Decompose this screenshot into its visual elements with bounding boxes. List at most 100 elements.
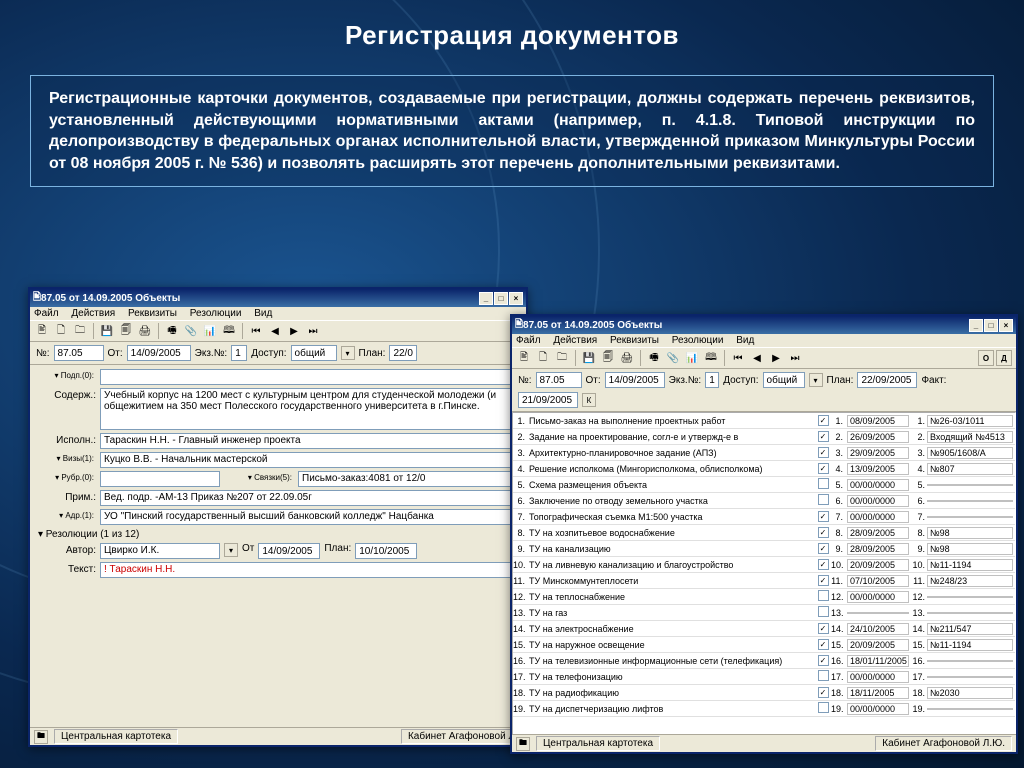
toolbar-button[interactable]: 📎 [665, 350, 681, 366]
field-soderzh[interactable]: Учебный корпус на 1200 мест с культурным… [100, 388, 520, 430]
row-check[interactable]: ✓ [815, 511, 831, 522]
row-docno[interactable] [927, 708, 1013, 710]
row-date[interactable] [847, 612, 909, 614]
toolbar-button[interactable]: ▶ [768, 350, 784, 366]
d-button[interactable]: Д [996, 350, 1012, 366]
row-date[interactable]: 24/10/2005 [847, 623, 909, 635]
toolbar-button[interactable]: 🗀 [554, 350, 570, 366]
label-vizy[interactable]: ▾ Визы(1): [36, 452, 96, 463]
table-row[interactable]: 8.ТУ на хозпитьевое водоснабжение✓8.28/0… [513, 525, 1015, 541]
row-check[interactable]: ✓ [815, 623, 831, 634]
titlebar[interactable]: 🖹 87.05 от 14.09.2005 Объекты _ □ × [30, 289, 526, 307]
field-ispoln[interactable]: Тараскин Н.Н. - Главный инженер проекта [100, 433, 520, 449]
toolbar-button[interactable]: 🖷 [164, 323, 180, 339]
label-rubr[interactable]: ▾ Рубр.(0): [36, 471, 96, 482]
row-date[interactable]: 28/09/2005 [847, 527, 909, 539]
field-svyazki[interactable]: Письмо-заказ:4081 от 12/0 [298, 471, 520, 487]
dropdown-icon[interactable]: ▾ [341, 346, 355, 360]
table-row[interactable]: 6.Заключение по отводу земельного участк… [513, 493, 1015, 509]
row-check[interactable] [815, 702, 831, 715]
field-podl[interactable] [100, 369, 520, 385]
menu-file[interactable]: Файл [516, 335, 541, 346]
toolbar-button[interactable]: ▶ [286, 323, 302, 339]
row-check[interactable] [815, 606, 831, 619]
field-res-plan[interactable]: 10/10/2005 [355, 543, 417, 559]
minimize-button[interactable]: _ [479, 292, 493, 305]
toolbar-button[interactable]: 📊 [684, 350, 700, 366]
toolbar-button[interactable]: ◀ [749, 350, 765, 366]
field-adr[interactable]: УО "Пинский государственный высший банко… [100, 509, 520, 525]
label-podl[interactable]: ▾ Подп.(0): [36, 369, 96, 380]
row-check[interactable]: ✓ [815, 687, 831, 698]
row-check[interactable] [815, 494, 831, 507]
row-check[interactable]: ✓ [815, 655, 831, 666]
row-date[interactable]: 00/00/0000 [847, 671, 909, 683]
row-docno[interactable]: №11-1194 [927, 559, 1013, 571]
toolbar-button[interactable]: 🖨 [137, 323, 153, 339]
table-row[interactable]: 7.Топографическая съемка М1:500 участка✓… [513, 509, 1015, 525]
row-check[interactable]: ✓ [815, 639, 831, 650]
row-docno[interactable] [927, 484, 1013, 486]
field-plan[interactable]: 22/0 [389, 345, 417, 361]
field-dostup[interactable]: общий [291, 345, 337, 361]
maximize-button[interactable]: □ [494, 292, 508, 305]
field-avtor[interactable]: Цвирко И.К. [100, 543, 220, 559]
row-docno[interactable] [927, 596, 1013, 598]
toolbar-button[interactable]: 🗋 [535, 350, 551, 366]
row-date[interactable]: 13/09/2005 [847, 463, 909, 475]
row-date[interactable]: 20/09/2005 [847, 559, 909, 571]
table-row[interactable]: 15.ТУ на наружное освещение✓15.20/09/200… [513, 637, 1015, 653]
table-row[interactable]: 5.Схема размещения объекта5.00/00/00005. [513, 477, 1015, 493]
row-date[interactable]: 00/00/0000 [847, 591, 909, 603]
row-check[interactable]: ✓ [815, 415, 831, 426]
label-adr[interactable]: ▾ Адр.(1): [36, 509, 96, 520]
row-date[interactable]: 18/11/2005 [847, 687, 909, 699]
row-date[interactable]: 07/10/2005 [847, 575, 909, 587]
row-date[interactable]: 29/09/2005 [847, 447, 909, 459]
toolbar-button[interactable]: ◀ [267, 323, 283, 339]
field-fakt[interactable]: 21/09/2005 [518, 392, 578, 408]
menu-view[interactable]: Вид [254, 308, 272, 319]
field-date-from[interactable]: 14/09/2005 [127, 345, 191, 361]
toolbar-button[interactable]: 💾 [581, 350, 597, 366]
table-row[interactable]: 4.Решение исполкома (Мингорисполкома, об… [513, 461, 1015, 477]
row-check[interactable]: ✓ [815, 447, 831, 458]
field-rubr[interactable] [100, 471, 220, 487]
field-res-ot[interactable]: 14/09/2005 [258, 543, 320, 559]
o-button[interactable]: О [978, 350, 994, 366]
row-date[interactable]: 00/00/0000 [847, 495, 909, 507]
toolbar-button[interactable]: 🗋 [53, 323, 69, 339]
table-row[interactable]: 9.ТУ на канализацию✓9.28/09/20059.№98 [513, 541, 1015, 557]
table-row[interactable]: 1.Письмо-заказ на выполнение проектных р… [513, 413, 1015, 429]
label-svyazki[interactable]: ▾ Связки(5): [224, 471, 294, 482]
toolbar-button[interactable]: ⏭ [787, 350, 803, 366]
toolbar-button[interactable]: 🕮 [703, 350, 719, 366]
row-check[interactable] [815, 590, 831, 603]
row-date[interactable]: 26/09/2005 [847, 431, 909, 443]
row-date[interactable]: 20/09/2005 [847, 639, 909, 651]
menu-rekvizity[interactable]: Реквизиты [610, 335, 659, 346]
row-docno[interactable] [927, 500, 1013, 502]
table-row[interactable]: 13.ТУ на газ13.13. [513, 605, 1015, 621]
menu-view[interactable]: Вид [736, 335, 754, 346]
close-button[interactable]: × [999, 319, 1013, 332]
menu-rezolyutsii[interactable]: Резолюции [672, 335, 724, 346]
table-row[interactable]: 10.ТУ на ливневую канализацию и благоуст… [513, 557, 1015, 573]
row-docno[interactable] [927, 660, 1013, 662]
row-check[interactable]: ✓ [815, 527, 831, 538]
row-date[interactable]: 08/09/2005 [847, 415, 909, 427]
row-docno[interactable]: №211/547 [927, 623, 1013, 635]
field-ekz[interactable]: 1 [705, 372, 719, 388]
toolbar-button[interactable]: 📊 [202, 323, 218, 339]
field-tekst[interactable]: ! Тараскин Н.Н. [100, 562, 520, 578]
toolbar-button[interactable]: 🖨 [619, 350, 635, 366]
field-ekz[interactable]: 1 [231, 345, 247, 361]
close-button[interactable]: × [509, 292, 523, 305]
row-docno[interactable]: №98 [927, 527, 1013, 539]
table-row[interactable]: 2.Задание на проектирование, согл-е и ут… [513, 429, 1015, 445]
row-check[interactable]: ✓ [815, 463, 831, 474]
field-dostup[interactable]: общий [763, 372, 805, 388]
row-docno[interactable]: №26-03/1011 [927, 415, 1013, 427]
row-docno[interactable] [927, 516, 1013, 518]
menu-file[interactable]: Файл [34, 308, 59, 319]
